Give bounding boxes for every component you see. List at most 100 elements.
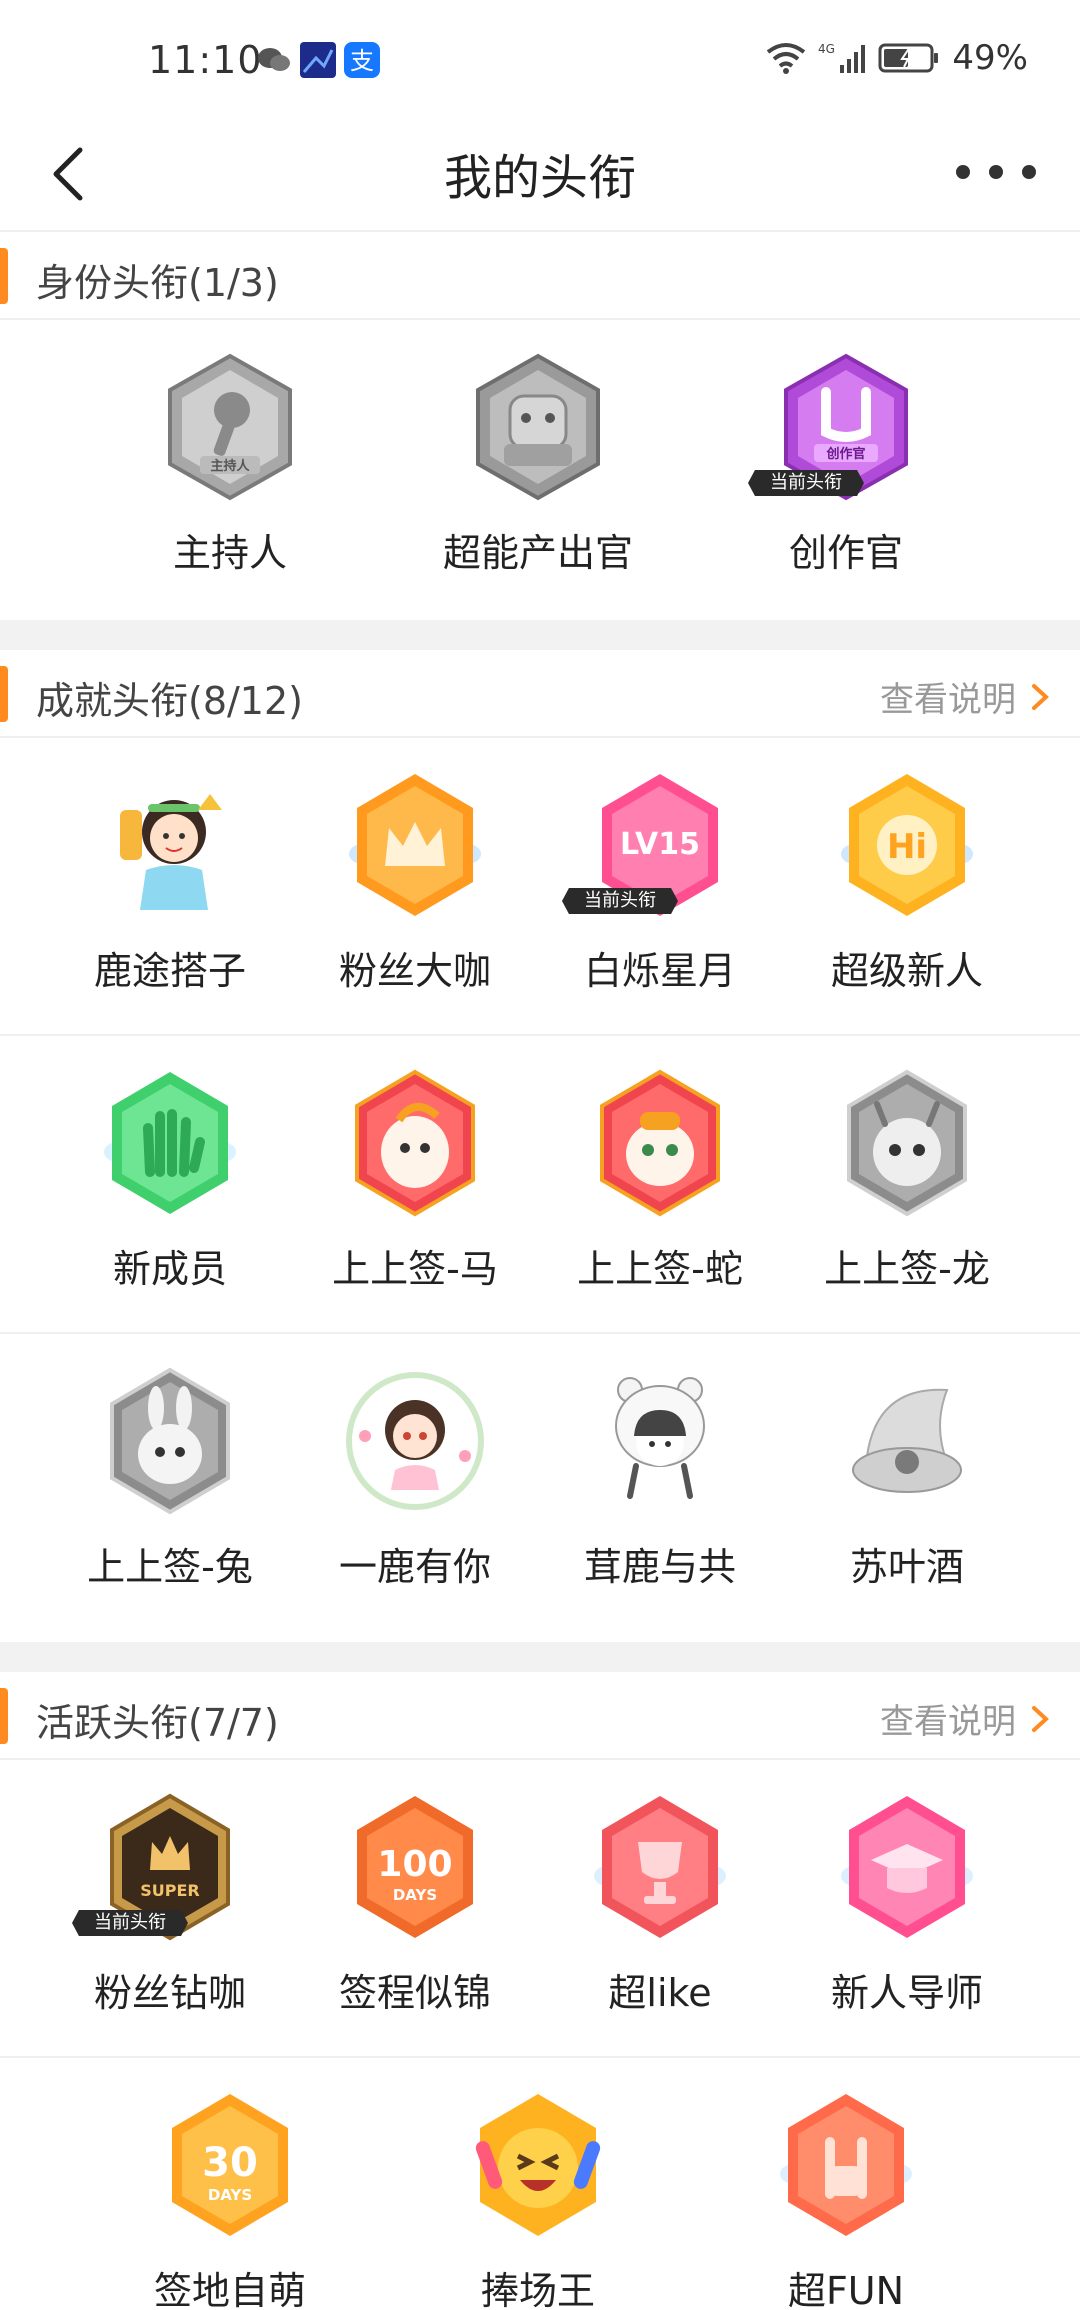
more-dot-icon (956, 165, 970, 179)
view-description-link[interactable]: 查看说明 (880, 1694, 1052, 1743)
svg-text:主持人: 主持人 (210, 458, 250, 474)
badge-label: 上上签-马 (332, 1247, 498, 1291)
battery-percent: 49% (952, 38, 1028, 78)
badge-item[interactable]: 超能产出官 (428, 352, 648, 592)
badge-row: 鹿途搭子 粉丝大咖 LV15 当前头衔 白烁星月 Hi 超级新人 (0, 738, 1080, 1036)
badge-label: 捧场王 (480, 2269, 595, 2310)
svg-text:30: 30 (202, 2140, 258, 2186)
badge-row: SUPER 当前头衔 粉丝钻咖 100 DAYS 签程似锦 超like 新人导师 (0, 1760, 1080, 2058)
signal-icon: 4G (818, 42, 866, 73)
section-title: 活跃头衔(7/7) (36, 1701, 279, 1745)
badge-label: 超级新人 (830, 949, 983, 993)
trophy-badge-icon (594, 1796, 726, 1938)
view-description-link[interactable]: 查看说明 (880, 672, 1052, 721)
section-accent-bar (0, 248, 8, 304)
status-app-icons: 支 (256, 42, 380, 78)
page-title: 我的头衔 (443, 150, 636, 206)
badge-label: 鹿途搭子 (93, 949, 246, 993)
badge-item[interactable]: Hi 超级新人 (797, 770, 1017, 1010)
section-title: 身份头衔(1/3) (36, 261, 279, 305)
badge-item[interactable]: 捧场王 (428, 2090, 648, 2310)
badge-item[interactable]: 鹿途搭子 (60, 770, 280, 1010)
badge-item[interactable]: LV15 当前头衔 白烁星月 (550, 770, 770, 1010)
section-accent-bar (0, 1688, 8, 1744)
badge-label: 超like (608, 1971, 712, 2015)
more-button[interactable] (956, 142, 1036, 202)
badge-item[interactable]: 上上签-龙 (797, 1068, 1017, 1308)
view-description-text: 查看说明 (880, 1702, 1016, 1742)
badge-item[interactable]: 100 DAYS 签程似锦 (305, 1792, 525, 2032)
section-header: 活跃头衔(7/7) 查看说明 (0, 1672, 1080, 1760)
svg-text:DAYS: DAYS (208, 2186, 252, 2204)
current-title-tag: 当前头衔 (748, 470, 864, 496)
badge-label: 新人导师 (830, 1971, 983, 2015)
badge-item[interactable]: 苏叶酒 (797, 1366, 1017, 1606)
30-days-badge-icon: 30 DAYS (172, 2094, 288, 2236)
badge-item[interactable]: 茸鹿与共 (550, 1366, 770, 1606)
section-header: 成就头衔(8/12) 查看说明 (0, 650, 1080, 738)
snake-badge-icon (600, 1069, 720, 1217)
girl-avatar-icon (120, 794, 222, 910)
bear-hat-girl-icon (615, 1377, 705, 1499)
badge-row: 上上签-兔 一鹿有你 茸鹿与共 苏叶酒 (0, 1334, 1080, 1632)
badge-row: 30 DAYS 签地自萌 捧场王 超FUN (0, 2058, 1080, 2310)
badge-item[interactable]: 超like (550, 1792, 770, 2032)
laughing-face-icon (475, 2094, 601, 2236)
badge-item[interactable]: 创作官 当前头衔 创作官 (736, 352, 956, 592)
nav-bar: 我的头衔 (0, 112, 1080, 232)
badge-row: 新成员 上上签-马 上上签-蛇 上上签-龙 (0, 1036, 1080, 1334)
badge-item[interactable]: 一鹿有你 (305, 1366, 525, 1606)
badge-label: 超能产出官 (442, 531, 633, 575)
chevron-right-icon (1032, 683, 1049, 710)
more-dot-icon (1022, 165, 1036, 179)
badge-label: 上上签-龙 (824, 1247, 990, 1291)
badge-item[interactable]: 主持人 主持人 (120, 352, 340, 592)
svg-text:支: 支 (350, 47, 374, 75)
dragon-badge-icon (847, 1069, 967, 1217)
badge-item[interactable]: 粉丝大咖 (305, 770, 525, 1010)
badge-label: 创作官 (788, 531, 903, 575)
graduation-badge-icon (841, 1796, 973, 1938)
svg-text:LV15: LV15 (620, 827, 700, 862)
badge-label: 粉丝大咖 (338, 949, 491, 993)
svg-text:创作官: 创作官 (825, 446, 865, 462)
active-section: 活跃头衔(7/7) 查看说明 SUPER 当前头衔 粉丝钻咖 100 DAYS … (0, 1672, 1080, 2310)
achievement-section: 成就头衔(8/12) 查看说明 鹿途搭子 粉丝大咖 LV15 当前头衔 白烁星月… (0, 650, 1080, 1632)
rock-hand-badge-icon (780, 2094, 912, 2236)
status-right: 4G 49% (766, 38, 1028, 78)
hand-badge-icon (104, 1072, 236, 1214)
badge-label: 主持人 (172, 531, 287, 575)
badge-item[interactable]: 新人导师 (797, 1792, 1017, 2032)
gallery-app-icon (300, 42, 336, 78)
badge-label: 新成员 (112, 1247, 227, 1291)
badge-item[interactable]: 上上签-蛇 (550, 1068, 770, 1308)
badge-label: 签地自萌 (153, 2269, 306, 2310)
svg-text:SUPER: SUPER (140, 1881, 200, 1900)
status-bar: 11:10 支 4G 49% (0, 0, 1080, 120)
battery-icon (878, 43, 939, 73)
crown-badge-icon (349, 774, 481, 916)
view-description-text: 查看说明 (880, 680, 1016, 720)
wechat-icon (258, 48, 290, 71)
badge-item[interactable]: 上上签-马 (305, 1068, 525, 1308)
badge-label: 白烁星月 (583, 949, 736, 993)
identity-section: 身份头衔(1/3) 主持人 主持人 超能产出官 创作官 当前头衔 创作官 (0, 232, 1080, 618)
badge-item[interactable]: 30 DAYS 签地自萌 (120, 2090, 340, 2310)
badge-item[interactable]: 新成员 (60, 1068, 280, 1308)
status-time: 11:10 (148, 38, 263, 82)
badge-label: 一鹿有你 (338, 1545, 491, 1589)
section-divider (0, 1642, 1080, 1672)
badge-item[interactable]: SUPER 当前头衔 粉丝钻咖 (60, 1792, 280, 2032)
rabbit-badge-icon (110, 1367, 230, 1515)
badge-item[interactable]: 超FUN (736, 2090, 956, 2310)
badge-label: 上上签-蛇 (577, 1247, 743, 1291)
current-title-tag: 当前头衔 (72, 1910, 188, 1936)
chevron-right-icon (1032, 1705, 1049, 1732)
hi-badge-icon: Hi (841, 774, 973, 916)
more-dot-icon (989, 165, 1003, 179)
badge-label: 茸鹿与共 (583, 1545, 736, 1589)
section-divider (0, 620, 1080, 650)
badge-item[interactable]: 上上签-兔 (60, 1366, 280, 1606)
robot-badge-icon (476, 353, 600, 501)
current-title-tag: 当前头衔 (562, 888, 678, 914)
